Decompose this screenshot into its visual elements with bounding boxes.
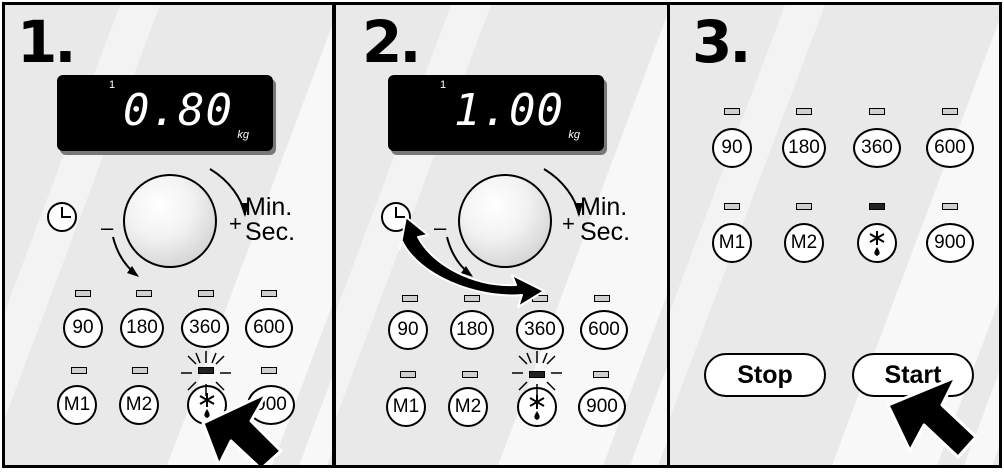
panel-step-3: 3. 90 180 360 600 M1 M2 900 Stop Start — [667, 2, 1002, 468]
instruction-diagram: 1. 1 0.80 kg – + Min. Sec. 90 180 360 60… — [0, 0, 1004, 472]
panel-step-1: 1. 1 0.80 kg – + Min. Sec. 90 180 360 60… — [2, 2, 335, 468]
pointer-hand-arrow — [201, 391, 283, 465]
panel-step-2: 2. 1 1.00 kg – + Min. Sec. 90 180 360 60… — [333, 2, 670, 468]
pointer-hand-arrow — [886, 375, 978, 459]
turn-dial-arrow — [399, 216, 545, 308]
